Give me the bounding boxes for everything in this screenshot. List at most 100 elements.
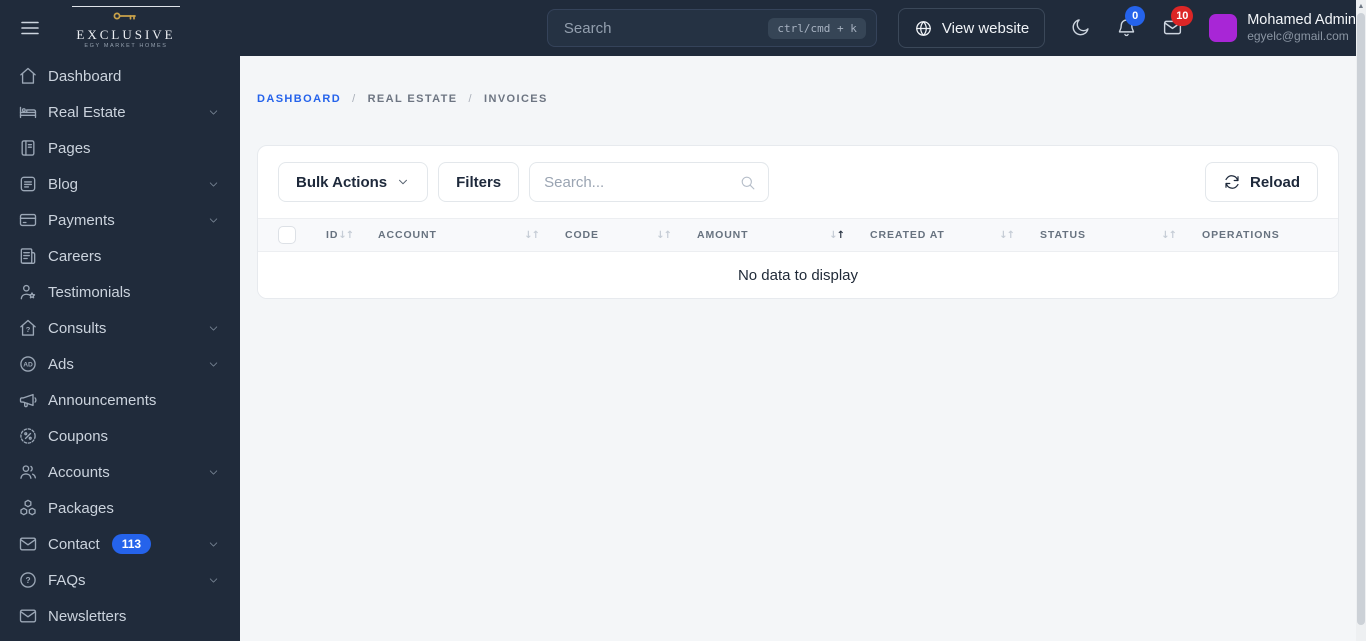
sidebar-toggle-button[interactable] — [16, 14, 44, 42]
careers-icon — [20, 248, 36, 264]
sidebar-item-ads[interactable]: AD Ads — [0, 346, 240, 382]
breadcrumb: DASHBOARD / REAL ESTATE / INVOICES — [257, 92, 1339, 106]
sidebar-item-label: Coupons — [48, 427, 109, 445]
sidebar-item-newsletters[interactable]: Newsletters — [0, 598, 240, 634]
faqs-icon: ? — [20, 572, 36, 588]
sidebar-item-label: Careers — [48, 247, 102, 265]
sidebar-item-label: Dashboard — [48, 67, 122, 85]
sidebar-item-contact[interactable]: Contact 113 — [0, 526, 240, 562]
ads-icon: AD — [20, 356, 36, 372]
breadcrumb-invoices[interactable]: INVOICES — [484, 93, 548, 105]
contact-icon — [19, 537, 37, 551]
breadcrumb-real-estate[interactable]: REAL ESTATE — [368, 93, 458, 105]
logo-title: EXCLUSIVE — [76, 27, 176, 43]
column-header-status[interactable]: STATUS ↓↑ — [1028, 219, 1190, 251]
sort-arrows-icon: ↓↑ — [524, 229, 540, 241]
sidebar-item-label: Real Estate — [48, 103, 126, 121]
sidebar-item-announcements[interactable]: Announcements — [0, 382, 240, 418]
testimonials-icon — [20, 284, 36, 300]
sidebar-item-label: Pages — [48, 139, 91, 157]
svg-text:AD: AD — [23, 362, 33, 369]
chevron-down-icon — [209, 469, 218, 475]
reload-label: Reload — [1249, 173, 1300, 191]
chevron-down-icon — [209, 577, 218, 583]
reload-icon — [1225, 175, 1239, 189]
user-avatar[interactable] — [1209, 14, 1238, 42]
column-header-code[interactable]: CODE ↓↑ — [553, 219, 685, 251]
logo-divider — [72, 6, 180, 8]
search-shortcut-badge: ctrl/cmd + k — [768, 17, 866, 39]
column-header-created-at[interactable]: CREATED AT ↓↑ — [858, 219, 1028, 251]
sidebar-item-packages[interactable]: Packages — [0, 490, 240, 526]
consults-icon: ? — [20, 319, 36, 336]
breadcrumb-dashboard[interactable]: DASHBOARD — [257, 93, 341, 105]
contact-count-badge: 113 — [111, 534, 152, 554]
chevron-down-icon — [209, 541, 218, 547]
sort-arrows-icon: ↓↑ — [656, 229, 672, 241]
newsletters-icon — [19, 609, 37, 623]
column-label: STATUS — [1040, 229, 1086, 241]
moon-icon — [1072, 19, 1089, 36]
column-header-amount[interactable]: AMOUNT ↓↑ — [685, 219, 858, 251]
table-search — [529, 162, 770, 202]
sidebar-item-label: Newsletters — [48, 607, 127, 625]
scroll-up-arrow-icon[interactable]: ▲ — [1356, 0, 1366, 13]
column-header-id[interactable]: ID ↓↑ — [314, 219, 366, 251]
sidebar-item-accounts[interactable]: Accounts — [0, 454, 240, 490]
scrollbar-thumb[interactable] — [1357, 13, 1365, 625]
sidebar-item-label: Consults — [48, 319, 107, 337]
svg-text:?: ? — [25, 575, 30, 585]
global-search-placeholder: Search — [563, 19, 612, 37]
reload-button[interactable]: Reload — [1204, 162, 1318, 202]
chevron-down-icon — [209, 361, 218, 367]
view-website-button[interactable]: View website — [897, 8, 1046, 48]
sidebar-item-consults[interactable]: ? Consults — [0, 310, 240, 346]
global-search[interactable]: Search ctrl/cmd + k — [546, 9, 877, 47]
sidebar-item-payments[interactable]: Payments — [0, 202, 240, 238]
user-menu[interactable]: Mohamed Admin egyelc@gmail.com — [1247, 12, 1356, 44]
pages-icon — [21, 140, 35, 156]
sidebar-item-dashboard[interactable]: Dashboard — [0, 58, 240, 94]
breadcrumb-separator: / — [352, 93, 357, 105]
globe-icon — [916, 20, 931, 36]
sidebar-item-careers[interactable]: Careers — [0, 238, 240, 274]
column-label: OPERATIONS — [1202, 229, 1280, 241]
table-empty-row: No data to display — [258, 252, 1338, 298]
sort-arrows-icon: ↓↑ — [999, 229, 1015, 241]
select-all-checkbox[interactable] — [278, 226, 296, 244]
theme-toggle-button[interactable] — [1069, 17, 1091, 39]
sidebar-item-label: Packages — [48, 499, 114, 517]
sidebar-item-testimonials[interactable]: Testimonials — [0, 274, 240, 310]
chevron-down-icon — [209, 109, 218, 115]
table-toolbar: Bulk Actions Filters Reload — [258, 146, 1338, 218]
table-search-input[interactable] — [544, 173, 740, 191]
sidebar-item-pages[interactable]: Pages — [0, 130, 240, 166]
breadcrumb-separator: / — [468, 93, 474, 105]
sidebar-item-blog[interactable]: Blog — [0, 166, 240, 202]
sidebar-item-label: Ads — [48, 355, 74, 373]
app-logo[interactable]: EXCLUSIVE EGY MARKET HOMES — [70, 6, 182, 50]
sidebar-item-faqs[interactable]: ? FAQs — [0, 562, 240, 598]
hamburger-icon — [21, 21, 39, 35]
sidebar-item-real-estate[interactable]: Real Estate — [0, 94, 240, 130]
select-all-cell — [258, 219, 314, 251]
sidebar-item-label: Accounts — [48, 463, 110, 481]
filters-button[interactable]: Filters — [438, 162, 520, 202]
messages-count-badge: 10 — [1171, 6, 1194, 26]
page-scrollbar[interactable]: ▲ — [1356, 0, 1366, 641]
notifications-button[interactable]: 0 — [1115, 6, 1146, 39]
bulk-actions-button[interactable]: Bulk Actions — [278, 162, 429, 202]
sidebar-item-label: Blog — [48, 175, 79, 193]
home-icon — [20, 67, 36, 84]
chevron-down-icon — [399, 179, 408, 185]
sidebar-item-label: Testimonials — [48, 283, 131, 301]
column-header-account[interactable]: ACCOUNT ↓↑ — [366, 219, 553, 251]
messages-button[interactable]: 10 — [1161, 6, 1194, 39]
sidebar-item-label: Announcements — [48, 391, 157, 409]
column-label: ID — [326, 229, 339, 241]
real-estate-icon — [19, 106, 37, 119]
notifications-count-badge: 0 — [1125, 6, 1146, 26]
sidebar-item-coupons[interactable]: Coupons — [0, 418, 240, 454]
blog-icon — [20, 176, 36, 192]
view-website-label: View website — [941, 19, 1030, 37]
